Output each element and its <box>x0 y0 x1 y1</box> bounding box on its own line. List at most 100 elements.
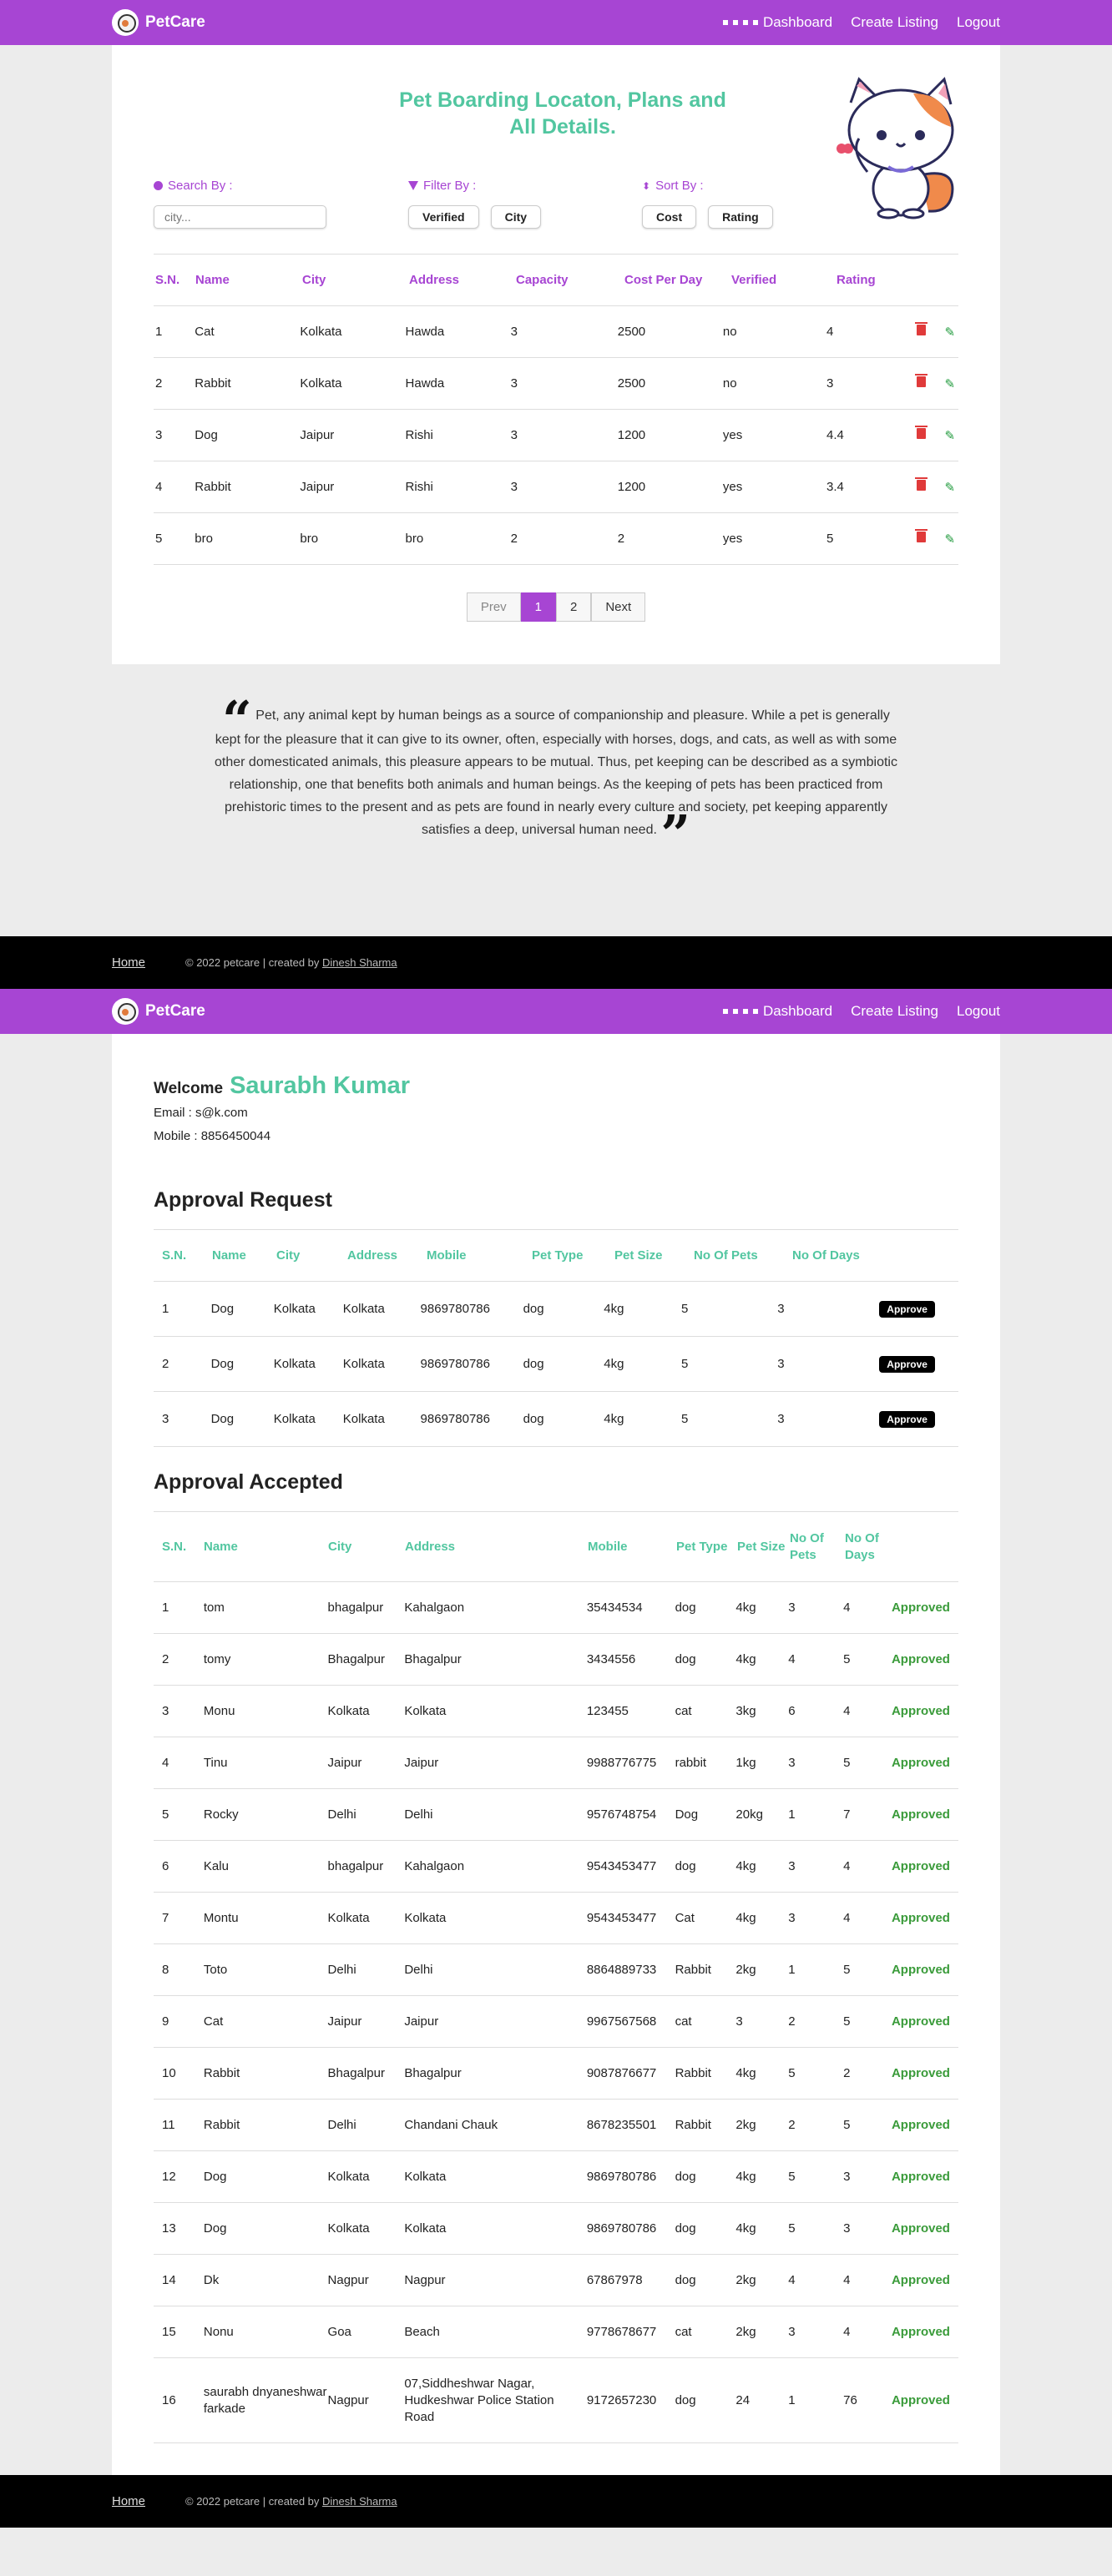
cell-address: Kolkata <box>342 1302 385 1316</box>
nav-logout-2[interactable]: Logout <box>957 1003 1000 1020</box>
brand-2[interactable]: PetCare <box>112 998 205 1025</box>
delete-icon[interactable] <box>915 476 928 491</box>
sort-cost-button[interactable]: Cost <box>642 205 697 229</box>
cell-no-of-pets: 1 <box>788 1807 796 1822</box>
cell-pet-size: 4kg <box>735 1652 756 1666</box>
city-search-input[interactable] <box>154 205 326 229</box>
delete-icon[interactable] <box>915 373 928 387</box>
author-link[interactable]: Dinesh Sharma <box>322 2495 397 2508</box>
page-1-button[interactable]: 1 <box>520 592 556 622</box>
nav-dashboard-label: Dashboard <box>762 14 833 30</box>
cell-no-of-pets: 1 <box>788 1963 796 1977</box>
prev-page-button[interactable]: Prev <box>466 592 521 622</box>
table-row: 12 Dog Kolkata Kolkata 9869780786 dog 4kg 5 3 App… <box>154 2151 958 2203</box>
table-row: 1 Dog Kolkata Kolkata 9869780786 dog 4kg 5 3 Appr… <box>154 1282 958 1337</box>
cell-pet-size: 4kg <box>735 1601 756 1615</box>
edit-icon[interactable]: ✎ <box>944 376 955 391</box>
delete-icon[interactable] <box>915 321 928 335</box>
filter-verified-button[interactable]: Verified <box>408 205 479 229</box>
nav-create-listing[interactable]: Create Listing <box>851 14 938 31</box>
table-row: 10 Rabbit Bhagalpur Bhagalpur 9087876677 Rabb… <box>154 2048 958 2100</box>
cell-pet-type: Rabbit <box>675 2066 711 2080</box>
cell-address: bro <box>405 532 424 546</box>
col-verified: Verified <box>731 273 777 287</box>
cell-pet-size: 4kg <box>735 1911 756 1925</box>
approve-button[interactable]: Approve <box>879 1356 935 1373</box>
sort-rating-button[interactable]: Rating <box>708 205 773 229</box>
col-address: Address <box>347 1248 398 1263</box>
cell-city: Delhi <box>327 1807 356 1822</box>
delete-icon[interactable] <box>915 425 928 439</box>
table-row: 9 Cat Jaipur Jaipur 9967567568 cat 3 2 5 Approved <box>154 1996 958 2048</box>
cell-pet-type: cat <box>675 1704 692 1718</box>
cell-name: Rabbit <box>195 376 231 391</box>
footer-home-link[interactable]: Home <box>112 955 145 970</box>
cell-city: Goa <box>327 2325 351 2339</box>
search-label: Search By : <box>168 179 233 193</box>
approval-request-title: Approval Request <box>154 1188 958 1230</box>
col-sn: S.N. <box>155 273 180 287</box>
cell-no-of-days: 4 <box>843 1704 851 1718</box>
cell-address: Hawda <box>405 376 445 391</box>
cell-sn: 4 <box>162 1756 169 1770</box>
brand[interactable]: PetCare <box>112 9 205 36</box>
cell-sn: 3 <box>162 1412 169 1426</box>
cell-cost: 2500 <box>617 325 646 339</box>
footer-home-link[interactable]: Home <box>112 2494 145 2508</box>
cell-no-of-days: 5 <box>843 2014 851 2029</box>
cell-name: Dog <box>195 428 218 442</box>
next-page-button[interactable]: Next <box>591 592 646 622</box>
cell-city: Kolkata <box>327 1704 370 1718</box>
table-row: 6 Kalu bhagalpur Kahalgaon 9543453477 dog 4kg 3… <box>154 1841 958 1893</box>
cell-sn: 5 <box>162 1807 169 1822</box>
col-no-of-pets: No Of Pets <box>790 1530 824 1562</box>
edit-icon[interactable]: ✎ <box>944 428 955 443</box>
cell-no-of-days: 5 <box>843 2118 851 2132</box>
cell-pet-size: 2kg <box>735 2273 756 2287</box>
nav-dashboard-2[interactable]: Dashboard <box>722 1003 832 1020</box>
filter-city-button[interactable]: City <box>490 205 542 229</box>
col-no-of-pets: No Of Pets <box>694 1248 758 1263</box>
status-approved: Approved <box>891 2325 950 2339</box>
delete-icon[interactable] <box>915 528 928 542</box>
cell-name: Nonu <box>203 2325 234 2339</box>
cell-pet-type: dog <box>675 1652 696 1666</box>
table-row: 3 Dog Kolkata Kolkata 9869780786 dog 4kg 5 3 Appr… <box>154 1392 958 1447</box>
cell-mobile: 9988776775 <box>586 1756 657 1770</box>
cell-cost: 1200 <box>617 480 646 494</box>
close-quote-icon: ” <box>660 804 691 865</box>
nav-create-listing-2[interactable]: Create Listing <box>851 1003 938 1020</box>
cell-mobile: 123455 <box>586 1704 629 1718</box>
nav-dashboard[interactable]: Dashboard <box>722 14 833 31</box>
approve-cell: Approve <box>879 1301 958 1318</box>
col-address: Address <box>409 273 460 287</box>
page-2-button[interactable]: 2 <box>556 592 592 622</box>
nav-logout[interactable]: Logout <box>957 14 1000 31</box>
cell-mobile: 9087876677 <box>586 2066 657 2080</box>
cell-sn: 4 <box>155 480 163 494</box>
cell-rating: 5 <box>826 532 834 546</box>
cell-city: Kolkata <box>300 376 342 391</box>
edit-icon[interactable]: ✎ <box>944 325 955 340</box>
edit-icon[interactable]: ✎ <box>944 532 955 547</box>
cell-no-of-pets: 5 <box>788 2221 796 2236</box>
cell-city: Kolkata <box>273 1302 316 1316</box>
row-actions: ✎ <box>915 476 958 495</box>
cell-rating: 3 <box>826 376 834 391</box>
approve-button[interactable]: Approve <box>879 1301 935 1318</box>
status-approved: Approved <box>891 2221 950 2236</box>
col-name: Name <box>204 1539 238 1554</box>
footer-copyright: © 2022 petcare | created by Dinesh Sharm… <box>185 956 397 969</box>
cell-cost: 2500 <box>617 376 646 391</box>
author-link[interactable]: Dinesh Sharma <box>322 956 397 969</box>
cell-no-of-pets: 4 <box>788 2273 796 2287</box>
edit-icon[interactable]: ✎ <box>944 480 955 495</box>
cell-name: Toto <box>203 1963 228 1977</box>
cell-address: Beach <box>404 2325 440 2339</box>
approve-button[interactable]: Approve <box>879 1411 935 1428</box>
search-icon <box>154 181 163 190</box>
col-no-of-days: No Of Days <box>792 1248 860 1263</box>
cell-city: Bhagalpur <box>327 2066 385 2080</box>
cell-name: Tinu <box>203 1756 228 1770</box>
cell-address: Jaipur <box>404 1756 439 1770</box>
